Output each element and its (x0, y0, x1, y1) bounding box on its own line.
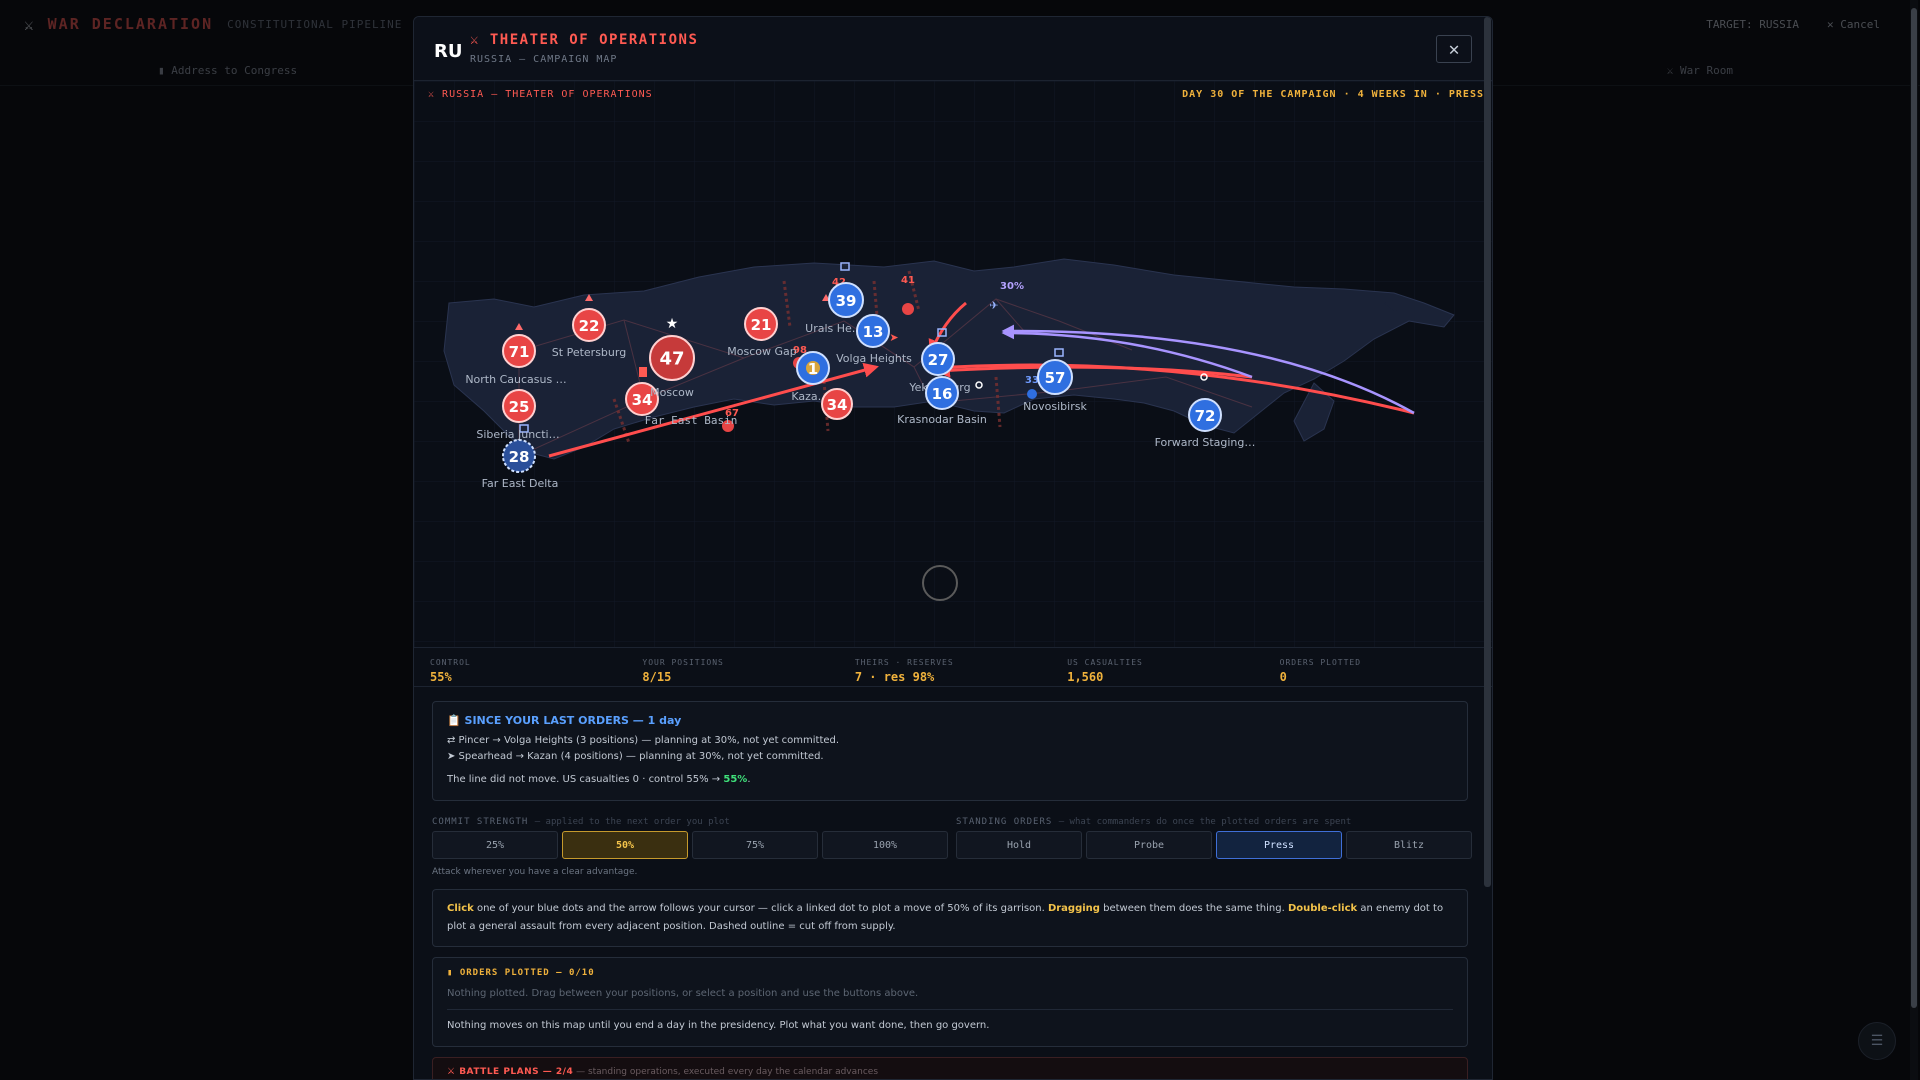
map-node-label: St Petersburg (552, 346, 626, 359)
commit-strength-label: COMMIT STRENGTH — applied to the next or… (432, 817, 730, 827)
svg-text:➤: ➤ (889, 331, 898, 344)
map-node-label: Urals He… (805, 322, 863, 335)
map-node-label: Volga Heights (836, 352, 912, 365)
stat-casualties: US CASUALTIES 1,560 (1067, 658, 1143, 684)
map-node-label: Siberia Juncti… (476, 428, 559, 441)
war-declaration-title: WAR DECLARATION (47, 15, 214, 33)
small-value-33: 33 (1025, 375, 1039, 386)
svg-text:★: ★ (666, 316, 679, 332)
battle-plans-panel[interactable]: ⚔ BATTLE PLANS — 2/4 — standing operatio… (432, 1057, 1468, 1079)
crossed-swords-icon: ⚔ (24, 14, 34, 34)
modal-subtitle: RUSSIA — CAMPAIGN MAP (470, 54, 618, 65)
stat-theirs: THEIRS · RESERVES 7 · res 98% (854, 658, 954, 684)
instructions-panel: Click one of your blue dots and the arro… (432, 889, 1468, 947)
map-node-value: 34 (827, 396, 848, 414)
map-title: ⚔ RUSSIA — THEATER OF OPERATIONS (428, 89, 653, 100)
modal-title: ⚔ THEATER OF OPERATIONS (470, 32, 699, 48)
cancel-button[interactable]: ✕ Cancel (1827, 18, 1880, 31)
close-button[interactable]: ✕ (1436, 35, 1472, 63)
clipboard-icon: 📋 (447, 714, 461, 727)
map-node-label: Moscow Gap (727, 345, 796, 358)
campaign-map[interactable]: ★ ➤ ✈ 67 98 42 41 33 30% 71 North Caucas… (414, 81, 1492, 647)
commit-75-button[interactable]: 75% (692, 831, 818, 859)
modal-header: RU ⚔ THEATER OF OPERATIONS RUSSIA — CAMP… (414, 17, 1492, 81)
map-node-label: Forward Staging… (1155, 436, 1256, 449)
orders-footer: Nothing moves on this map until you end … (447, 1020, 990, 1031)
since-line-result: The line did not move. US casualties 0 ·… (447, 774, 751, 785)
map-node-value: 71 (509, 343, 530, 361)
map-status: DAY 30 OF THE CAMPAIGN · 4 WEEKS IN · PR… (1182, 89, 1484, 100)
menu-icon: ☰ (1870, 1033, 1884, 1049)
map-node-value: 39 (836, 292, 857, 310)
small-value-41: 41 (901, 275, 915, 286)
stat-orders: ORDERS PLOTTED 0 (1279, 658, 1362, 684)
map-node-label: Novosibirsk (1023, 400, 1087, 413)
map-node-value: 1 (808, 360, 818, 378)
menu-fab-button[interactable]: ☰ (1858, 1022, 1896, 1060)
map-node-value: 47 (659, 349, 684, 370)
orders-plotted-panel: ▮ ORDERS PLOTTED — 0/10 Nothing plotted.… (432, 957, 1468, 1047)
map-node-label: Moscow (650, 386, 694, 399)
map-node-label: North Caucasus … (465, 373, 566, 386)
orders-empty: Nothing plotted. Drag between your posit… (447, 988, 1453, 1010)
commit-100-button[interactable]: 100% (822, 831, 948, 859)
close-icon: ✕ (1448, 38, 1460, 60)
map-node-value: 25 (509, 398, 530, 416)
stat-positions: YOUR POSITIONS 8/15 (642, 658, 724, 684)
standing-orders-buttons: Hold Probe Press Blitz (956, 831, 1472, 859)
map-node-value: 16 (932, 385, 953, 403)
crossed-swords-icon: ⚔ (470, 32, 480, 48)
map-node-value: 27 (928, 351, 949, 369)
country-code: RU (434, 41, 463, 62)
address-to-congress-tab[interactable]: ▮ Address to Congress (158, 64, 297, 77)
map-node-value: 28 (509, 448, 530, 466)
since-line-pincer: ⇄ Pincer → Volga Heights (3 positions) —… (447, 735, 840, 746)
since-line-spearhead: ➤ Spearhead → Kazan (4 positions) — plan… (447, 751, 824, 762)
map-node-label: Far East Delta (482, 477, 559, 490)
map-node-label: Krasnodar Basin (897, 413, 987, 426)
war-room-tab[interactable]: ⚔ War Room (1667, 64, 1733, 77)
orders-title: ▮ ORDERS PLOTTED — 0/10 (447, 968, 595, 978)
since-title: 📋 SINCE YOUR LAST ORDERS — 1 day (447, 714, 682, 727)
map-node-value: 22 (579, 317, 600, 335)
since-last-orders-panel: 📋 SINCE YOUR LAST ORDERS — 1 day ⇄ Pince… (432, 701, 1468, 801)
map-node-value: 72 (1195, 407, 1216, 425)
svg-text:✈: ✈ (989, 299, 998, 312)
pipeline-subtitle: CONSTITUTIONAL PIPELINE (227, 17, 403, 31)
modal-scrollbar[interactable] (1484, 17, 1491, 887)
map-node-value: 57 (1045, 369, 1066, 387)
commit-strength-buttons: 25% 50% 75% 100% (432, 831, 948, 859)
press-button[interactable]: Press (1216, 831, 1342, 859)
probe-button[interactable]: Probe (1086, 831, 1212, 859)
standing-orders-label: STANDING ORDERS — what commanders do onc… (956, 817, 1352, 827)
commit-hint: Attack wherever you have a clear advanta… (432, 867, 638, 877)
map-canvas[interactable]: ★ ➤ ✈ 67 98 42 41 33 30% 71North Caucasu… (414, 81, 1492, 647)
target-label: TARGET: RUSSIA (1706, 18, 1799, 31)
clipboard-icon: ▮ (447, 968, 454, 978)
stat-control: CONTROL 55% (430, 658, 471, 684)
theater-modal: RU ⚔ THEATER OF OPERATIONS RUSSIA — CAMP… (413, 16, 1493, 1080)
commit-25-button[interactable]: 25% (432, 831, 558, 859)
far-east-basin-label: Far East Basin (645, 414, 738, 427)
commit-50-button[interactable]: 50% (562, 831, 688, 859)
blitz-button[interactable]: Blitz (1346, 831, 1472, 859)
battle-plans-title: ⚔ BATTLE PLANS — 2/4 — standing operatio… (447, 1067, 879, 1077)
hold-button[interactable]: Hold (956, 831, 1082, 859)
stats-bar: CONTROL 55% YOUR POSITIONS 8/15 THEIRS · R… (414, 647, 1492, 687)
map-node-value: 21 (751, 316, 772, 334)
pincer-percent: 30% (1000, 281, 1024, 292)
map-node-value: 13 (863, 323, 884, 341)
page-scrollbar-thumb[interactable] (1911, 8, 1917, 1008)
